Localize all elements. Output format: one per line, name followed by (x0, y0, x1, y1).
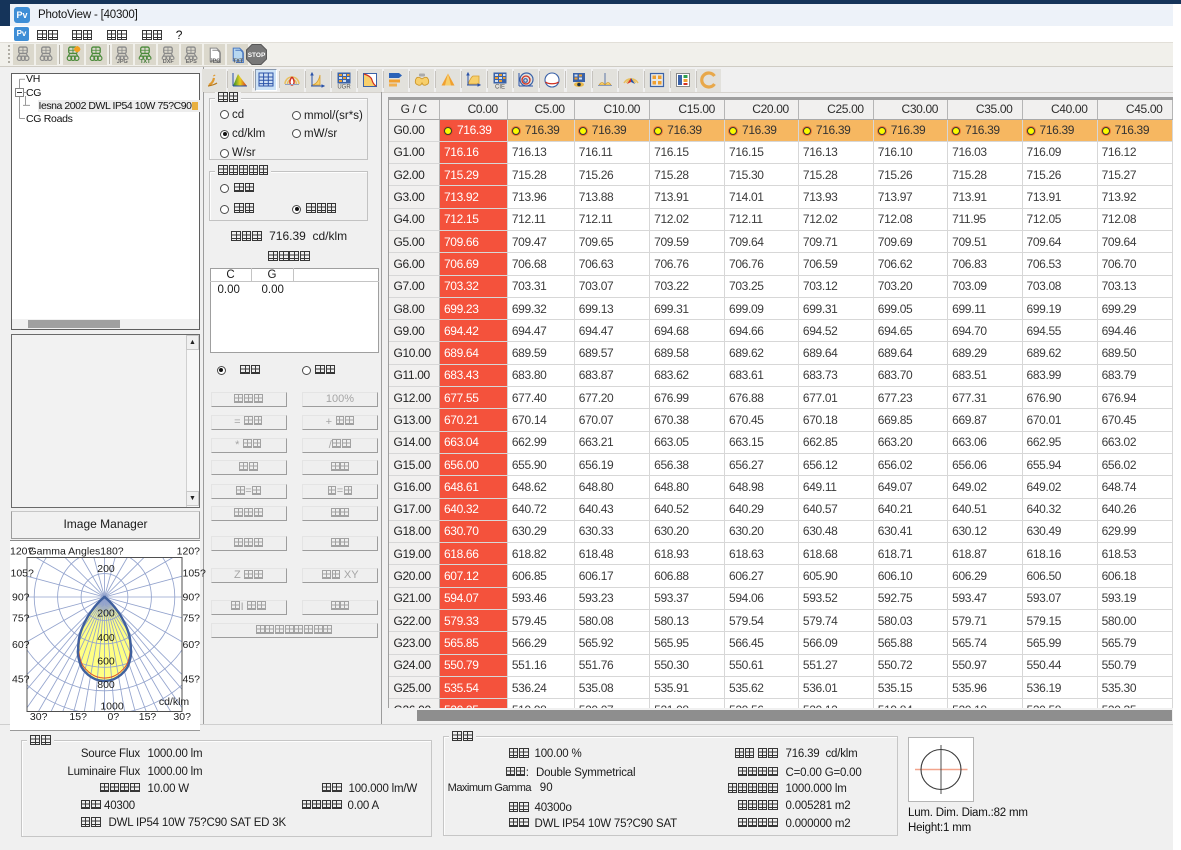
svg-text:30?: 30? (173, 711, 191, 723)
svg-text:1000: 1000 (100, 701, 124, 713)
svg-text:DXF: DXF (163, 59, 175, 63)
svg-text:200: 200 (97, 608, 115, 620)
svg-text:120?: 120? (177, 546, 201, 558)
svg-text:STOP: STOP (248, 52, 266, 59)
svg-text:800: 800 (97, 679, 115, 691)
svg-text:600: 600 (97, 656, 115, 668)
svg-text:0?: 0? (108, 711, 120, 723)
svg-text:200: 200 (97, 563, 115, 575)
svg-text:cd/klm: cd/klm (159, 696, 190, 708)
svg-text:45?: 45? (183, 674, 201, 686)
svg-text:CIE: CIE (495, 85, 505, 90)
svg-text:EPS: EPS (186, 59, 197, 63)
svg-text:JPG: JPG (210, 58, 221, 63)
svg-text:15?: 15? (139, 711, 157, 723)
svg-text:75?: 75? (183, 613, 201, 625)
svg-text:105?: 105? (11, 568, 35, 580)
svg-text:105?: 105? (183, 568, 207, 580)
svg-text:UGR: UGR (337, 85, 351, 90)
svg-text:60?: 60? (183, 639, 201, 651)
svg-text:JPG: JPG (117, 59, 128, 63)
svg-text:60?: 60? (12, 639, 30, 651)
svg-text:15?: 15? (69, 711, 87, 723)
svg-text:400: 400 (97, 632, 115, 644)
svg-text:TXT: TXT (233, 58, 244, 63)
svg-text:30?: 30? (30, 711, 48, 723)
svg-text:TXT: TXT (140, 59, 151, 63)
svg-text:90?: 90? (12, 592, 30, 604)
svg-text:45?: 45? (12, 674, 30, 686)
svg-text:Gamma Angles180?: Gamma Angles180? (29, 546, 124, 558)
svg-text:90?: 90? (183, 592, 201, 604)
svg-text:75?: 75? (12, 613, 30, 625)
